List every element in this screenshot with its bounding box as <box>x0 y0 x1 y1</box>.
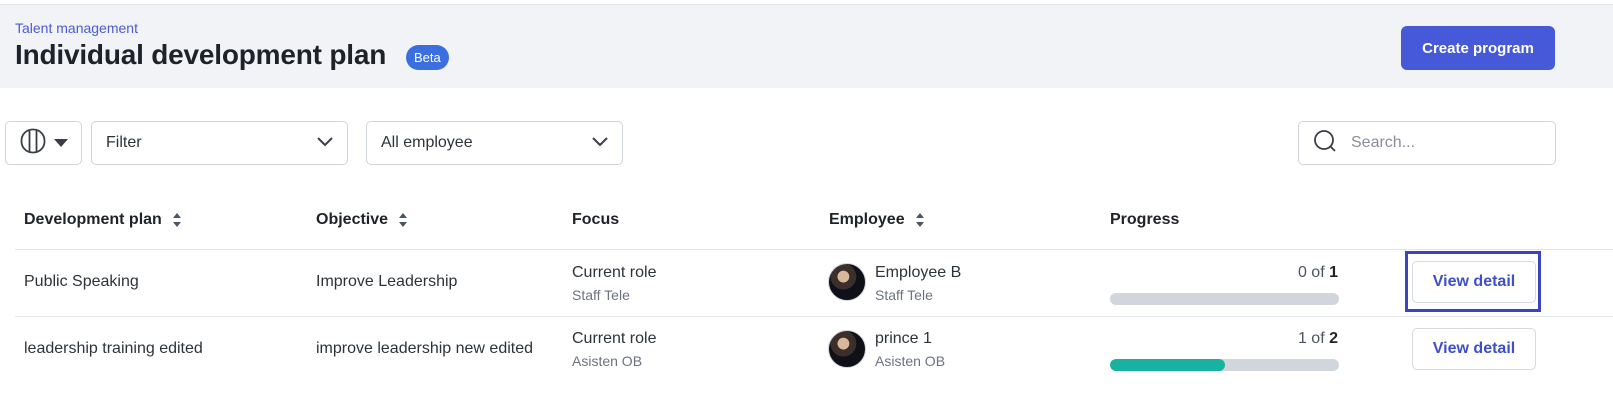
column-header-progress: Progress <box>1110 211 1179 229</box>
columns-icon <box>20 128 46 159</box>
focus-sub-cell: Staff Tele <box>572 287 630 303</box>
employee-role: Asisten OB <box>875 353 946 369</box>
column-header-label: Progress <box>1110 211 1180 228</box>
column-header-label: Objective <box>316 211 389 228</box>
page-title: Individual development plan <box>15 39 387 70</box>
progress-count: 0 of 1 <box>1110 264 1338 282</box>
create-program-button[interactable]: Create program <box>1401 26 1555 70</box>
progress-done: 1 <box>1297 330 1307 347</box>
focus-cell: Current role <box>572 330 657 347</box>
employee-name: Employee B <box>875 264 962 281</box>
progress-done: 0 <box>1297 264 1307 281</box>
view-detail-button[interactable]: View detail <box>1412 328 1536 370</box>
sort-icon <box>172 212 182 228</box>
search-input[interactable]: Search... <box>1351 134 1415 152</box>
employee-select[interactable]: All employee <box>366 121 623 165</box>
filter-select[interactable]: Filter <box>91 121 348 165</box>
avatar <box>828 263 866 301</box>
progress-count: 1 of 2 <box>1110 330 1338 348</box>
avatar <box>828 330 866 368</box>
plan-cell: leadership training edited <box>24 340 203 357</box>
progress-bar <box>1110 359 1339 371</box>
column-toggle-button[interactable] <box>5 121 82 165</box>
search-icon <box>1313 129 1337 158</box>
column-header-label: Development plan <box>24 211 162 228</box>
column-header-label: Employee <box>829 211 905 228</box>
page-header: Talent management Individual development… <box>0 4 1613 88</box>
focus-sub-cell: Asisten OB <box>572 353 643 369</box>
progress-total: 2 <box>1329 330 1338 347</box>
column-header-focus: Focus <box>572 211 619 229</box>
progress-of: of <box>1311 330 1325 347</box>
sort-icon <box>398 212 408 228</box>
progress-of: of <box>1311 264 1325 281</box>
caret-down-icon <box>53 134 68 152</box>
employee-select-value: All employee <box>381 134 473 151</box>
chevron-down-icon <box>592 134 608 152</box>
breadcrumb[interactable]: Talent management <box>15 20 138 36</box>
plan-cell: Public Speaking <box>24 273 139 290</box>
employee-role: Staff Tele <box>875 287 933 303</box>
column-header-objective[interactable]: Objective <box>316 211 408 229</box>
beta-badge: Beta <box>406 45 449 70</box>
column-header-development-plan[interactable]: Development plan <box>24 211 182 229</box>
objective-cell: improve leadership new edited <box>316 340 534 357</box>
employee-name: prince 1 <box>875 330 932 347</box>
progress-bar <box>1110 293 1339 305</box>
row-divider <box>15 249 1613 250</box>
chevron-down-icon <box>317 134 333 152</box>
focus-ring <box>1405 251 1541 312</box>
column-header-employee[interactable]: Employee <box>829 211 925 229</box>
focus-cell: Current role <box>572 264 657 281</box>
row-divider <box>15 316 1613 317</box>
column-header-label: Focus <box>572 211 620 228</box>
search-box[interactable]: Search... <box>1298 121 1556 165</box>
filter-select-value: Filter <box>106 134 142 151</box>
objective-cell: Improve Leadership <box>316 273 458 290</box>
progress-total: 1 <box>1329 264 1338 281</box>
progress-fill <box>1110 359 1225 371</box>
sort-icon <box>915 212 925 228</box>
